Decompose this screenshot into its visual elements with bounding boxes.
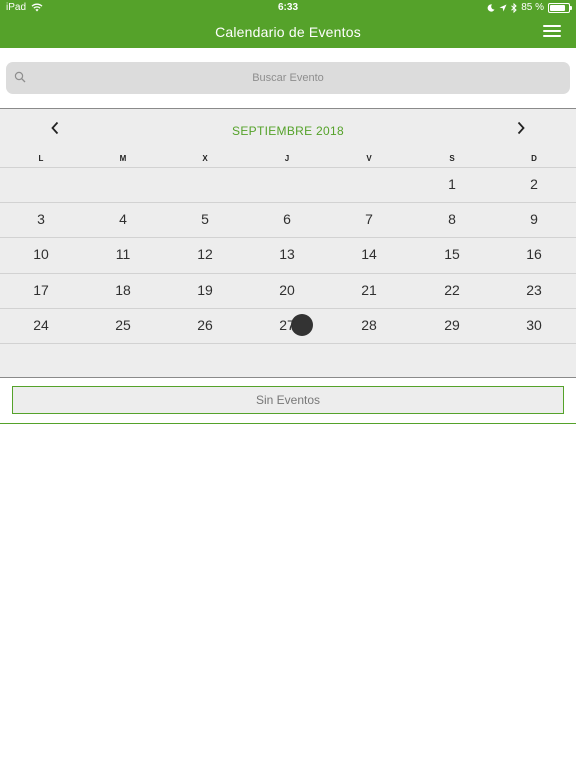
calendar-day[interactable]: 11 [82,237,164,272]
events-section: Sin Eventos [0,378,576,424]
month-title: SEPTIEMBRE 2018 [232,124,344,138]
calendar-day[interactable]: 23 [493,273,575,308]
calendar-day[interactable]: 30 [493,308,575,343]
battery-fill [550,4,566,11]
calendar-day[interactable]: 7 [328,202,410,237]
calendar-day[interactable]: 19 [164,273,246,308]
chevron-right-icon [517,121,525,135]
calendar-day[interactable]: 1 [411,167,493,202]
calendar-day[interactable]: 13 [246,237,328,272]
calendar-day[interactable]: 16 [493,237,575,272]
weekday-label: L [38,154,44,163]
calendar-day[interactable]: 17 [0,273,82,308]
bluetooth-icon [511,2,517,13]
calendar-day[interactable]: 29 [411,308,493,343]
calendar-day[interactable]: 14 [328,237,410,272]
calendar-day[interactable]: 27 [246,308,328,343]
weekday-label: J [284,154,290,163]
moon-icon [487,3,495,12]
page-title: Calendario de Eventos [215,24,361,40]
calendar-day[interactable]: 18 [82,273,164,308]
calendar-day[interactable]: 9 [493,202,575,237]
calendar-day[interactable]: 24 [0,308,82,343]
next-month-button[interactable] [510,121,532,139]
hamburger-menu-icon[interactable] [543,25,561,39]
battery-percent: 85 % [521,2,544,13]
app-header: iPad 6:33 85 % Calendario de Eventos [0,0,576,48]
weekday-label: X [202,154,208,163]
battery-icon [548,2,572,13]
status-bar: iPad 6:33 85 % [0,0,576,16]
search-field[interactable] [6,62,570,94]
calendar-day[interactable]: 8 [411,202,493,237]
calendar: SEPTIEMBRE 2018 LMXJVSD 1 2 3 4 5 6 7 8 9 10 11 12 1… [0,108,576,378]
weekday-header: LMXJVSD [0,151,576,167]
calendar-day[interactable]: 10 [0,237,82,272]
status-right: 85 % [487,2,572,13]
calendar-day[interactable]: 4 [82,202,164,237]
calendar-day[interactable]: 28 [328,308,410,343]
weekday-label: S [449,154,455,163]
calendar-day[interactable]: 12 [164,237,246,272]
calendar-day[interactable]: 25 [82,308,164,343]
weekday-label: V [366,154,372,163]
calendar-day[interactable]: 15 [411,237,493,272]
calendar-day[interactable]: 22 [411,273,493,308]
month-header: SEPTIEMBRE 2018 [0,109,576,151]
row-divider [0,343,576,344]
search-input[interactable] [6,62,570,94]
weekday-label: D [531,154,537,163]
search-bar-container [0,48,576,108]
calendar-day[interactable]: 3 [0,202,82,237]
calendar-grid: 1 2 3 4 5 6 7 8 9 10 11 12 13 14 15 16 17 18 19 20 21 22 23 24 2… [0,167,576,378]
no-events-box[interactable]: Sin Eventos [12,386,564,414]
calendar-day[interactable]: 21 [328,273,410,308]
calendar-day[interactable]: 20 [246,273,328,308]
location-arrow-icon [499,4,507,11]
calendar-day[interactable]: 6 [246,202,328,237]
calendar-day[interactable]: 5 [164,202,246,237]
calendar-day[interactable]: 26 [164,308,246,343]
weekday-label: M [119,154,127,163]
calendar-day[interactable]: 2 [493,167,575,202]
